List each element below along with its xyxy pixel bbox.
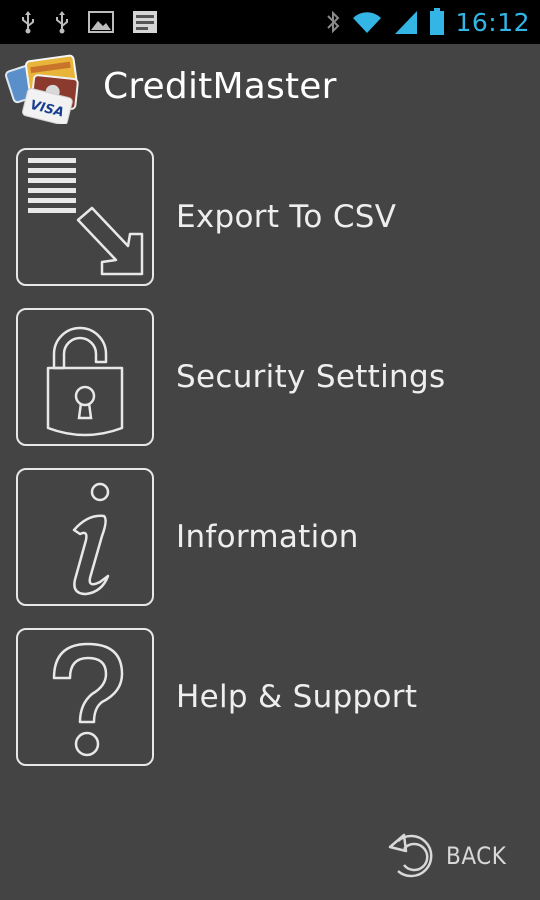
usb-icon [20, 10, 36, 34]
help-tile [16, 628, 154, 766]
status-clock: 16:12 [455, 7, 530, 37]
menu-item-help-support[interactable]: Help & Support [16, 626, 516, 768]
image-icon [88, 11, 114, 33]
menu-item-label: Help & Support [176, 679, 418, 715]
wifi-icon [351, 10, 383, 34]
menu-item-label: Export To CSV [176, 199, 397, 235]
security-tile [16, 308, 154, 446]
menu-item-export-csv[interactable]: Export To CSV [16, 146, 516, 288]
unlocked-padlock-icon [46, 326, 124, 437]
back-label: BACK [446, 842, 507, 870]
bluetooth-icon [325, 9, 341, 35]
export-list-arrow-icon [28, 158, 144, 276]
menu-item-label: Security Settings [176, 359, 446, 395]
app-header: VISA CreditMaster [0, 44, 540, 136]
status-bar: 16:12 [0, 0, 540, 44]
menu-item-security-settings[interactable]: Security Settings [16, 306, 516, 448]
battery-icon [429, 8, 445, 36]
back-button[interactable]: BACK [384, 828, 514, 884]
question-mark-icon [52, 642, 124, 757]
info-icon [72, 482, 110, 596]
undo-arrow-icon [384, 827, 438, 885]
menu-item-label: Information [176, 519, 359, 555]
app-notification-icon [132, 10, 158, 34]
usb-icon [54, 10, 70, 34]
signal-icon [393, 9, 419, 35]
export-tile [16, 148, 154, 286]
menu-item-information[interactable]: Information [16, 466, 516, 608]
information-tile [16, 468, 154, 606]
app-title: CreditMaster [103, 66, 337, 107]
credit-cards-logo-icon: VISA [4, 48, 84, 126]
